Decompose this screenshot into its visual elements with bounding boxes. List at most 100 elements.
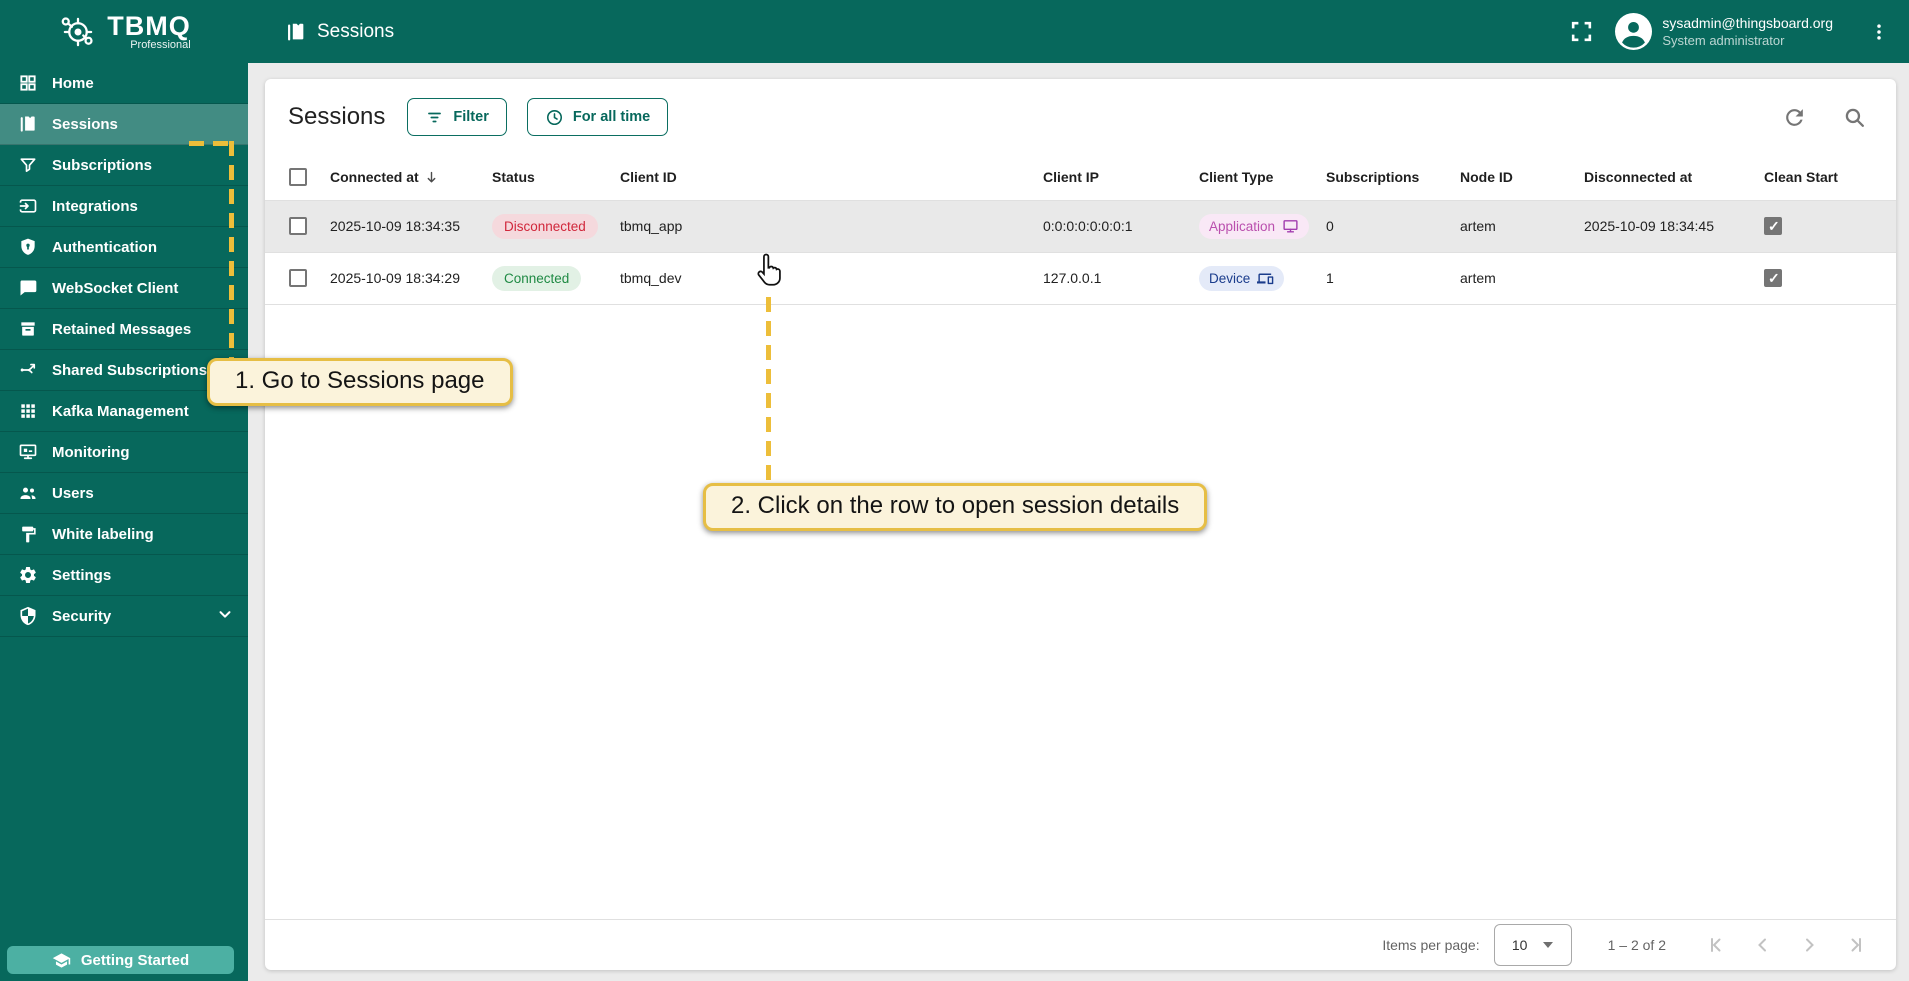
shield-half-icon (17, 605, 39, 627)
sidebar-item-label: Kafka Management (52, 402, 189, 420)
tutorial-connector-line (766, 297, 771, 484)
client-type-chip: Application (1199, 213, 1310, 239)
sessions-table: Connected at Status Client ID Client IP … (265, 155, 1896, 305)
account-circle-icon (1622, 21, 1646, 48)
filter-button[interactable]: Filter (407, 98, 507, 136)
top-bar: TBMQ Professional Sessions sysadmin@thin… (0, 0, 1909, 63)
people-icon (17, 482, 39, 504)
sidebar-item-label: Authentication (52, 238, 157, 256)
cell-disconnected-at: 2025-10-09 18:34:45 (1584, 200, 1764, 253)
page-range-label: 1 – 2 of 2 (1607, 937, 1666, 953)
timewindow-button[interactable]: For all time (526, 98, 669, 136)
filter-button-label: Filter (453, 109, 489, 125)
refresh-button[interactable] (1774, 97, 1814, 137)
archive-icon (17, 318, 39, 340)
getting-started-button[interactable]: Getting Started (7, 946, 234, 974)
chat-bubble-icon (17, 277, 39, 299)
status-badge: Connected (492, 265, 582, 291)
cell-client-ip: 0:0:0:0:0:0:0:1 (1043, 200, 1199, 253)
sidebar-item-security[interactable]: Security (0, 596, 248, 637)
sidebar-item-label: Home (52, 74, 94, 92)
sidebar-item-white-labeling[interactable]: White labeling (0, 514, 248, 555)
page-title: Sessions (288, 103, 386, 130)
sidebar-item-label: Settings (52, 566, 112, 584)
sidebar-item-authentication[interactable]: Authentication (0, 227, 248, 268)
table-row[interactable]: 2025-10-09 18:34:29 Connected tbmq_dev 1… (265, 252, 1896, 305)
kebab-menu-icon (1877, 23, 1881, 40)
column-header-subscriptions[interactable]: Subscriptions (1326, 155, 1460, 201)
table-row[interactable]: 2025-10-09 18:34:35 Disconnected tbmq_ap… (265, 200, 1896, 253)
hand-pointer-cursor-icon (757, 253, 781, 286)
search-icon (1845, 108, 1864, 127)
sidebar-item-websocket-client[interactable]: WebSocket Client (0, 268, 248, 309)
more-menu-button[interactable] (1859, 12, 1899, 52)
sidebar-item-subscriptions[interactable]: Subscriptions (0, 145, 248, 186)
select-all-checkbox[interactable] (289, 168, 307, 187)
page-size-value: 10 (1511, 937, 1528, 953)
brand-logo[interactable]: TBMQ Professional (0, 11, 248, 53)
breadcrumb-label: Sessions (317, 20, 395, 42)
sidebar-item-label: Monitoring (52, 443, 130, 461)
search-button[interactable] (1834, 97, 1874, 137)
chevron-right-icon (1806, 938, 1814, 952)
first-page-button[interactable] (1694, 925, 1740, 965)
sidebar-item-retained-messages[interactable]: Retained Messages (0, 309, 248, 350)
apps-grid-icon (17, 400, 39, 422)
sidebar-item-label: Integrations (52, 197, 138, 215)
tutorial-connector-line (229, 141, 234, 359)
last-page-button[interactable] (1832, 925, 1878, 965)
sidebar-item-settings[interactable]: Settings (0, 555, 248, 596)
column-header-client-id[interactable]: Client ID (620, 155, 1043, 201)
cell-node-id: artem (1460, 200, 1584, 253)
status-badge: Disconnected (492, 213, 598, 239)
gear-icon (17, 564, 39, 586)
sidebar-item-label: WebSocket Client (52, 279, 179, 297)
cell-connected-at: 2025-10-09 18:34:29 (330, 252, 492, 305)
sidebar-item-label: Security (52, 607, 112, 625)
column-header-status[interactable]: Status (492, 155, 620, 201)
next-page-button[interactable] (1786, 925, 1832, 965)
shield-lock-icon (17, 236, 39, 258)
sidebar-item-users[interactable]: Users (0, 473, 248, 514)
paint-roller-icon (17, 523, 39, 545)
sidebar-item-home[interactable]: Home (0, 63, 248, 104)
sidebar-item-integrations[interactable]: Integrations (0, 186, 248, 227)
clean-start-checkbox[interactable] (1764, 217, 1782, 235)
sidebar-item-label: Retained Messages (52, 320, 192, 338)
column-header-clean-start[interactable]: Clean Start (1764, 155, 1896, 201)
row-checkbox[interactable] (289, 269, 307, 287)
fullscreen-button[interactable] (1561, 12, 1601, 52)
sidebar-item-monitoring[interactable]: Monitoring (0, 432, 248, 473)
cell-connected-at: 2025-10-09 18:34:35 (330, 200, 492, 253)
chevron-left-icon (1758, 938, 1766, 952)
sessions-book-icon (17, 113, 39, 135)
clean-start-checkbox[interactable] (1764, 269, 1782, 287)
sidebar-item-sessions[interactable]: Sessions (0, 104, 248, 145)
funnel-icon (17, 154, 39, 176)
column-header-disconnected-at[interactable]: Disconnected at (1584, 155, 1764, 201)
avatar[interactable] (1615, 13, 1653, 50)
clock-icon (546, 109, 562, 125)
tbmq-logo-icon (61, 16, 93, 46)
paginator: Items per page: 10 1 – 2 of 2 (265, 919, 1896, 970)
brand-name: TBMQ (107, 10, 191, 41)
sidebar-item-label: Users (52, 484, 94, 502)
page-size-select[interactable]: 10 (1493, 924, 1572, 966)
row-checkbox[interactable] (289, 217, 307, 235)
tutorial-step1-callout: 1. Go to Sessions page (207, 358, 513, 406)
first-page-icon (1711, 938, 1721, 952)
client-type-chip: Device (1199, 265, 1285, 291)
caret-down-icon (1543, 942, 1554, 948)
column-header-connected-at[interactable]: Connected at (330, 155, 492, 201)
fullscreen-icon (1571, 21, 1591, 42)
user-email: sysadmin@thingsboard.org (1662, 15, 1833, 31)
column-header-node-id[interactable]: Node ID (1460, 155, 1584, 201)
column-header-client-type[interactable]: Client Type (1199, 155, 1326, 201)
cell-node-id: artem (1460, 252, 1584, 305)
prev-page-button[interactable] (1740, 925, 1786, 965)
cell-client-id: tbmq_dev (620, 252, 1043, 305)
cell-subscriptions: 1 (1326, 252, 1460, 305)
card-toolbar: Sessions Filter For all time (265, 79, 1896, 155)
items-per-page-label: Items per page: (1382, 937, 1480, 953)
column-header-client-ip[interactable]: Client IP (1043, 155, 1199, 201)
